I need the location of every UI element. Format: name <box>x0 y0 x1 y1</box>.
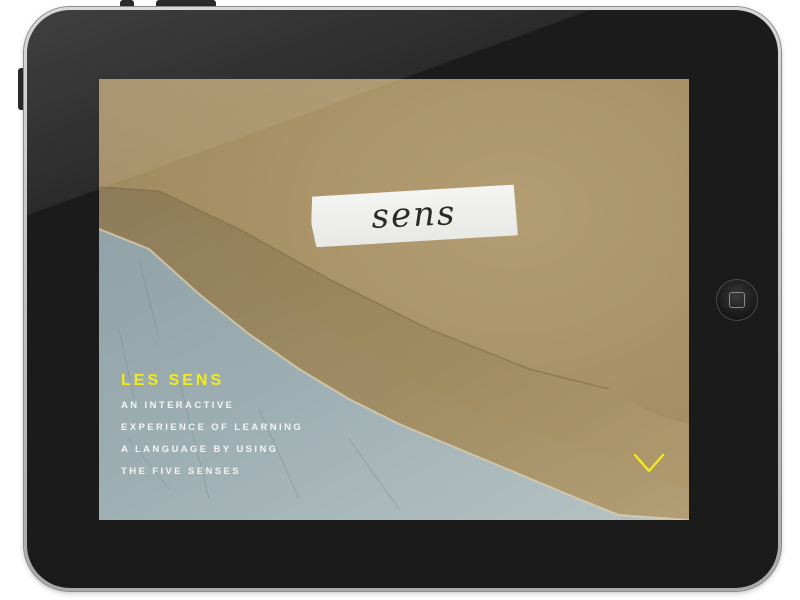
scroll-down-button[interactable] <box>631 450 667 478</box>
home-button[interactable] <box>716 279 758 321</box>
subtitle-line: AN INTERACTIVE <box>121 400 235 411</box>
home-button-icon <box>729 292 745 308</box>
tape-label-text: sens <box>370 193 458 237</box>
subtitle-line: THE FIVE SENSES <box>121 466 241 477</box>
subtitle-line: EXPERIENCE OF LEARNING <box>121 422 304 433</box>
app-screen: sens LES SENS AN INTERACTIVE EXPERIENCE … <box>99 79 689 520</box>
subtitle-line: A LANGUAGE BY USING <box>121 444 279 455</box>
chevron-down-icon <box>633 453 665 473</box>
app-title: LES SENS <box>121 372 225 389</box>
